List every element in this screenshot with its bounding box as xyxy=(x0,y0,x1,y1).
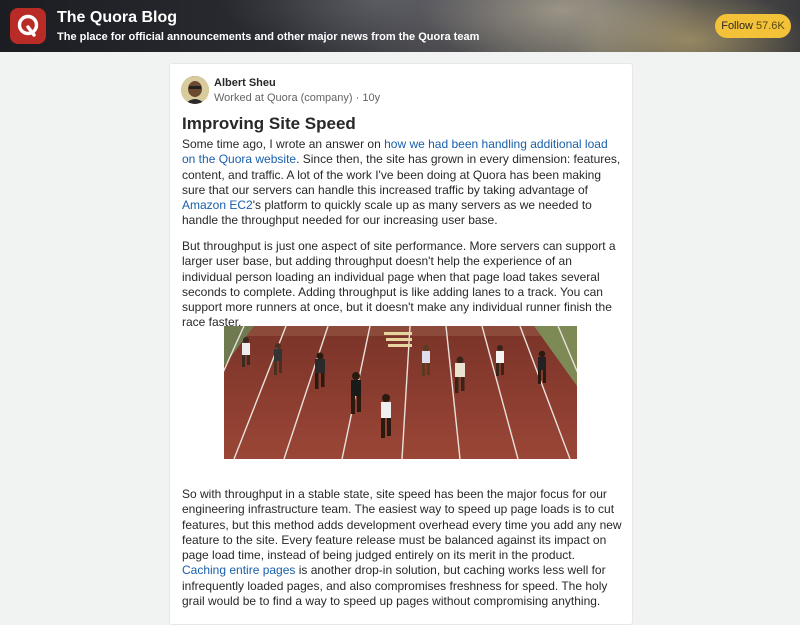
paragraph-text: Some time ago, I wrote an answer on xyxy=(182,137,385,151)
caching-pages-link[interactable]: Caching entire pages xyxy=(182,563,295,577)
quora-logo[interactable] xyxy=(10,8,46,44)
paragraph-text: So with throughput in a stable state, si… xyxy=(182,487,622,563)
blog-subtitle: The place for official announcements and… xyxy=(57,31,480,43)
runners-track-image[interactable] xyxy=(224,326,577,459)
post-title: Improving Site Speed xyxy=(182,114,356,133)
track-photo xyxy=(224,326,577,459)
post-card: Albert Sheu Worked at Quora (company) · … xyxy=(169,63,633,625)
amazon-ec2-link[interactable]: Amazon EC2 xyxy=(182,198,253,212)
post-paragraph-2: But throughput is just one aspect of sit… xyxy=(182,239,616,330)
follow-button[interactable]: Follow 57.6K xyxy=(715,14,791,38)
blog-title[interactable]: The Quora Blog xyxy=(57,9,177,27)
post-paragraph-3: So with throughput in a stable state, si… xyxy=(182,487,622,609)
follow-label: Follow xyxy=(721,20,754,32)
avatar-image xyxy=(181,76,209,104)
author-credential[interactable]: Worked at Quora (company) · 10y xyxy=(214,92,380,104)
quora-q-icon xyxy=(17,14,39,37)
blog-header: The Quora Blog The place for official an… xyxy=(0,0,800,52)
author-name[interactable]: Albert Sheu xyxy=(214,77,276,89)
author-avatar[interactable] xyxy=(181,76,209,104)
post-paragraph-1: Some time ago, I wrote an answer on how … xyxy=(182,137,622,229)
follow-count: 57.6K xyxy=(756,20,785,32)
